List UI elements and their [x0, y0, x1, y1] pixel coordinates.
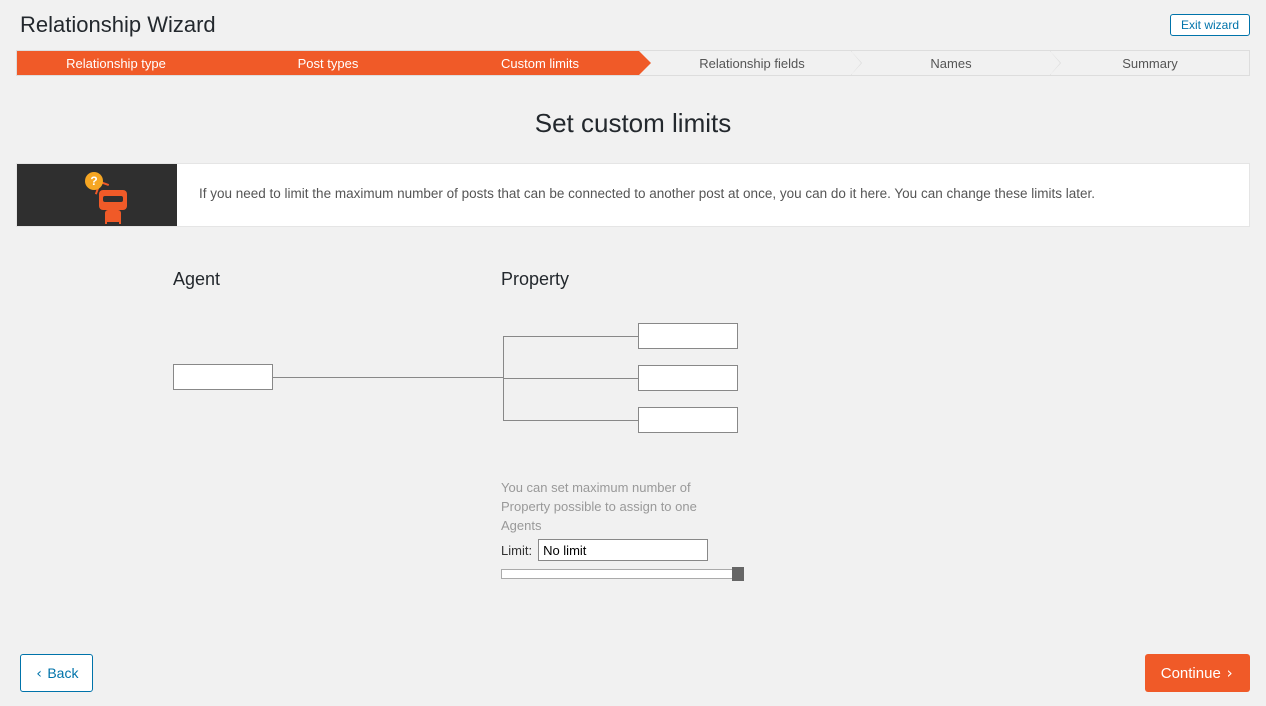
question-icon: ? [85, 172, 103, 190]
info-text: If you need to limit the maximum number … [177, 164, 1117, 226]
limit-slider[interactable] [501, 567, 744, 581]
agent-box [173, 364, 273, 390]
chevron-right-icon: › [1225, 664, 1234, 682]
property-box-3 [638, 407, 738, 433]
step-label: Custom limits [501, 56, 579, 71]
back-button-label: Back [47, 665, 78, 681]
agent-column-header: Agent [173, 269, 220, 290]
step-label: Relationship fields [699, 56, 805, 71]
step-post-types[interactable]: Post types [215, 51, 427, 75]
step-names[interactable]: Names [852, 51, 1051, 75]
step-relationship-type[interactable]: Relationship type [17, 51, 215, 75]
info-panel: ? If you need to limit the maximum numbe… [16, 163, 1250, 227]
step-summary[interactable]: Summary [1051, 51, 1249, 75]
slider-thumb[interactable] [732, 567, 744, 581]
limit-help-text: You can set maximum number of Property p… [501, 479, 711, 536]
limit-label: Limit: [501, 543, 532, 558]
limit-input[interactable] [538, 539, 708, 561]
page-title: Relationship Wizard [20, 12, 216, 38]
step-relationship-fields[interactable]: Relationship fields [639, 51, 852, 75]
step-custom-limits[interactable]: Custom limits [427, 51, 639, 75]
property-box-1 [638, 323, 738, 349]
step-label: Summary [1122, 56, 1178, 71]
property-box-2 [638, 365, 738, 391]
property-column-header: Property [501, 269, 569, 290]
continue-button-label: Continue [1161, 665, 1221, 682]
back-button[interactable]: ‹ Back [20, 654, 93, 692]
exit-wizard-button[interactable]: Exit wizard [1170, 14, 1250, 36]
step-label: Relationship type [66, 56, 166, 71]
robot-illustration: ? [17, 164, 177, 226]
chevron-left-icon: ‹ [35, 666, 43, 682]
step-label: Names [930, 56, 971, 71]
continue-button[interactable]: Continue › [1145, 654, 1250, 692]
section-heading: Set custom limits [0, 108, 1266, 139]
wizard-steps: Relationship type Post types Custom limi… [16, 50, 1250, 76]
slider-track[interactable] [501, 569, 733, 579]
step-label: Post types [298, 56, 359, 71]
